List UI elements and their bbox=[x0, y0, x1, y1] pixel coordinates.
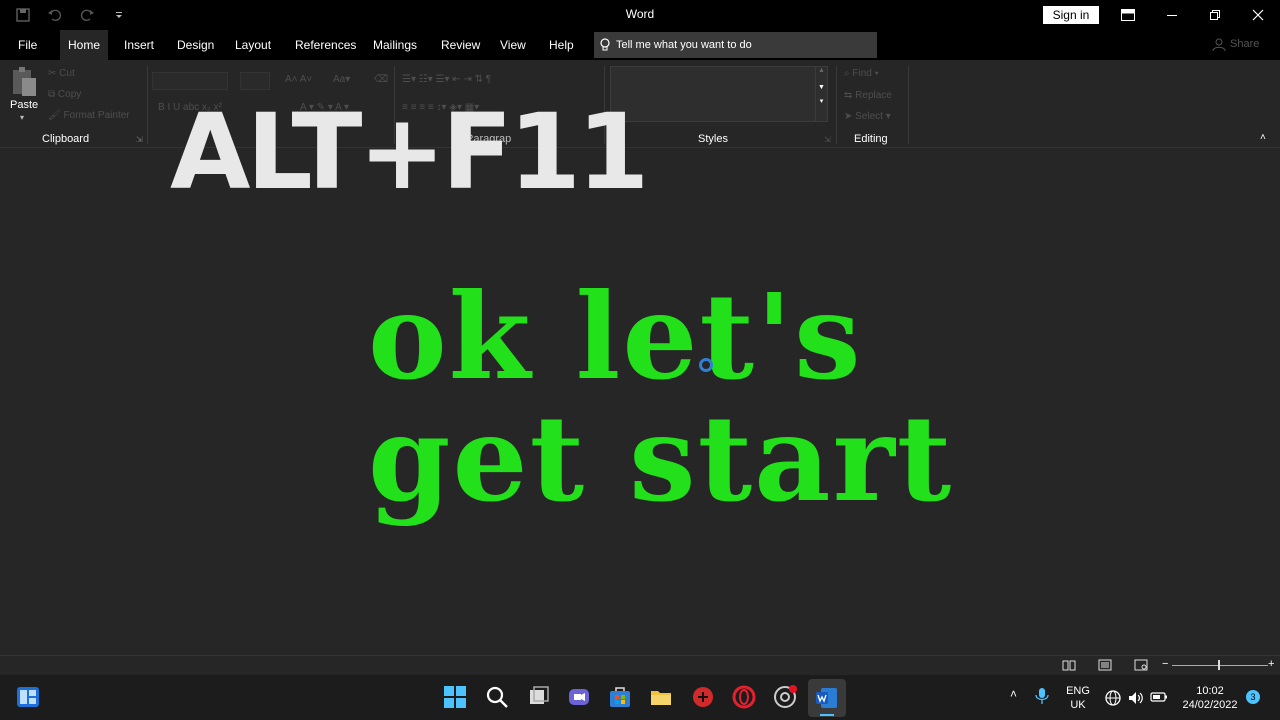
divider bbox=[147, 66, 148, 144]
styles-up-icon[interactable]: ▲ bbox=[816, 67, 827, 74]
print-layout-icon[interactable] bbox=[1098, 659, 1112, 671]
show-hidden-icons-icon[interactable]: ˄ bbox=[1010, 687, 1017, 701]
divider bbox=[836, 66, 837, 144]
active-indicator bbox=[820, 714, 834, 716]
tab-mailings[interactable]: Mailings bbox=[365, 30, 425, 60]
zoom-slider-thumb[interactable] bbox=[1218, 660, 1220, 670]
ribbon-tabs: File Home Insert Design Layout Reference… bbox=[0, 30, 1280, 60]
word-taskbar-button[interactable] bbox=[808, 679, 846, 717]
styles-launcher-icon[interactable]: ⇲ bbox=[824, 135, 831, 144]
zoom-slider[interactable] bbox=[1172, 665, 1268, 666]
list-icons[interactable]: ☰▾ ☷▾ ☰▾ ⇤ ⇥ ⇅ ¶ bbox=[402, 74, 491, 85]
sign-in-button[interactable]: Sign in bbox=[1043, 6, 1099, 24]
keyboard-shortcut-overlay: ALT+F11 bbox=[170, 91, 649, 213]
tab-layout[interactable]: Layout bbox=[227, 30, 279, 60]
copy-button[interactable]: ⧉ Copy bbox=[48, 89, 81, 100]
find-button[interactable]: ⌕ Find ▾ bbox=[844, 68, 879, 79]
app-red-icon[interactable] bbox=[691, 685, 715, 709]
font-name-box[interactable] bbox=[152, 72, 228, 90]
battery-icon[interactable] bbox=[1150, 690, 1168, 704]
clock[interactable]: 10:02 24/02/2022 bbox=[1178, 684, 1242, 712]
title-bar: Word Sign in bbox=[0, 0, 1280, 30]
status-bar: − + bbox=[0, 655, 1280, 675]
start-icon[interactable] bbox=[443, 685, 467, 709]
paste-dropdown-icon[interactable]: ▾ bbox=[20, 113, 24, 122]
clipboard-launcher-icon[interactable]: ⇲ bbox=[136, 135, 143, 144]
grow-font-icon[interactable]: A˄ A˅ bbox=[285, 74, 312, 85]
share-button[interactable]: Share bbox=[1212, 38, 1260, 52]
tab-insert[interactable]: Insert bbox=[116, 30, 162, 60]
mouse-cursor-icon bbox=[699, 358, 713, 372]
tell-me-search[interactable]: Tell me what you want to do bbox=[594, 32, 877, 58]
replace-button[interactable]: ⇆ Replace bbox=[844, 90, 892, 101]
restore-icon[interactable] bbox=[1193, 0, 1237, 30]
microphone-icon[interactable] bbox=[1034, 687, 1050, 705]
tab-design[interactable]: Design bbox=[169, 30, 222, 60]
tell-me-text: Tell me what you want to do bbox=[616, 39, 752, 51]
paste-label[interactable]: Paste bbox=[10, 99, 38, 111]
tab-home[interactable]: Home bbox=[60, 30, 109, 60]
chrome-icon[interactable] bbox=[773, 685, 797, 709]
collapse-ribbon-icon[interactable]: ˄ bbox=[1260, 132, 1266, 143]
task-view-icon[interactable] bbox=[527, 685, 551, 709]
person-icon bbox=[1212, 38, 1226, 52]
web-layout-icon[interactable] bbox=[1134, 659, 1148, 671]
zoom-in-icon[interactable]: + bbox=[1268, 658, 1274, 670]
divider bbox=[908, 66, 909, 144]
ribbon-display-options-icon[interactable] bbox=[1106, 0, 1150, 30]
file-explorer-icon[interactable] bbox=[649, 685, 673, 709]
format-painter-button[interactable]: 🖌 Format Painter bbox=[48, 110, 130, 121]
paste-icon[interactable] bbox=[10, 66, 38, 98]
tab-help[interactable]: Help bbox=[541, 30, 582, 60]
opera-icon[interactable] bbox=[732, 685, 756, 709]
editing-group-label: Editing bbox=[854, 133, 888, 145]
font-size-box[interactable] bbox=[240, 72, 270, 90]
cut-button[interactable]: ✂ Cut bbox=[48, 68, 75, 79]
tab-review[interactable]: Review bbox=[433, 30, 488, 60]
minimize-icon[interactable] bbox=[1150, 0, 1194, 30]
styles-down-icon[interactable]: ▼ bbox=[816, 84, 827, 91]
styles-more-icon[interactable]: ▾ bbox=[816, 97, 827, 105]
search-icon[interactable] bbox=[485, 685, 509, 709]
share-label: Share bbox=[1230, 38, 1260, 50]
read-mode-icon[interactable] bbox=[1062, 659, 1076, 671]
store-icon[interactable] bbox=[608, 685, 632, 709]
change-case-icon[interactable]: Aa▾ bbox=[333, 74, 350, 85]
volume-icon[interactable] bbox=[1127, 689, 1145, 707]
styles-group-label: Styles bbox=[698, 133, 728, 145]
clipboard-group-label: Clipboard bbox=[42, 133, 90, 145]
select-button[interactable]: ➤ Select ▾ bbox=[844, 111, 891, 122]
tab-view[interactable]: View bbox=[492, 30, 534, 60]
document-text-line-1: ok let's bbox=[368, 267, 863, 406]
document-text-line-2: get start bbox=[368, 389, 954, 528]
clear-formatting-icon[interactable]: ⌫ bbox=[374, 74, 388, 85]
taskbar: ˄ ENG UK 10:02 24/02/2022 3 bbox=[0, 675, 1280, 720]
tab-file[interactable]: File bbox=[10, 30, 45, 60]
tab-references[interactable]: References bbox=[287, 30, 364, 60]
chat-icon[interactable] bbox=[567, 685, 591, 709]
close-icon[interactable] bbox=[1236, 0, 1280, 30]
notification-badge[interactable]: 3 bbox=[1246, 690, 1260, 704]
zoom-out-icon[interactable]: − bbox=[1162, 658, 1168, 670]
word-icon bbox=[816, 688, 837, 708]
network-globe-icon[interactable] bbox=[1104, 689, 1122, 707]
lightbulb-icon bbox=[600, 38, 610, 51]
widgets-icon[interactable] bbox=[16, 685, 40, 709]
language-indicator[interactable]: ENG UK bbox=[1063, 684, 1093, 712]
